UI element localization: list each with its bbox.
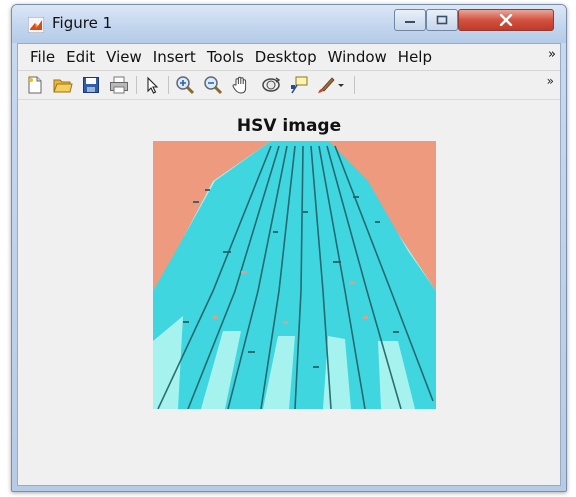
title-bar[interactable]: Figure 1 bbox=[12, 5, 566, 43]
brush-icon[interactable] bbox=[316, 74, 338, 96]
close-icon bbox=[499, 14, 513, 26]
figure-window: Figure 1 File Edit View Insert Tools Des… bbox=[11, 4, 567, 492]
axes-title: HSV image bbox=[236, 116, 342, 136]
hsv-image[interactable] bbox=[153, 141, 436, 409]
print-icon[interactable] bbox=[108, 74, 130, 96]
matlab-logo-icon bbox=[28, 17, 44, 33]
menu-view[interactable]: View bbox=[103, 48, 145, 66]
figure-toolbar: » bbox=[18, 71, 560, 100]
menu-help[interactable]: Help bbox=[395, 48, 435, 66]
menu-bar: File Edit View Insert Tools Desktop Wind… bbox=[18, 44, 560, 71]
menu-tools[interactable]: Tools bbox=[204, 48, 247, 66]
minimize-button[interactable] bbox=[394, 9, 426, 31]
new-figure-icon[interactable] bbox=[24, 74, 46, 96]
toolbar-separator bbox=[168, 76, 169, 94]
open-file-icon[interactable] bbox=[52, 74, 74, 96]
pointer-icon[interactable] bbox=[141, 74, 163, 96]
menu-overflow-icon[interactable]: » bbox=[548, 47, 556, 62]
minimize-icon bbox=[405, 21, 415, 23]
menu-file[interactable]: File bbox=[27, 48, 58, 66]
save-icon[interactable] bbox=[80, 74, 102, 96]
toolbar-overflow-icon[interactable]: » bbox=[547, 74, 554, 88]
pan-hand-icon[interactable] bbox=[230, 74, 252, 96]
figure-client-area: File Edit View Insert Tools Desktop Wind… bbox=[17, 43, 561, 486]
data-cursor-icon[interactable] bbox=[288, 74, 310, 96]
menu-window[interactable]: Window bbox=[325, 48, 390, 66]
close-button[interactable] bbox=[458, 9, 554, 31]
rotate-3d-icon[interactable] bbox=[260, 74, 282, 96]
maximize-button[interactable] bbox=[426, 9, 458, 31]
menu-desktop[interactable]: Desktop bbox=[252, 48, 320, 66]
zoom-in-icon[interactable] bbox=[174, 74, 196, 96]
brush-dropdown-icon[interactable] bbox=[336, 74, 346, 96]
menu-insert[interactable]: Insert bbox=[150, 48, 199, 66]
zoom-out-icon[interactable] bbox=[202, 74, 224, 96]
window-title: Figure 1 bbox=[52, 14, 113, 32]
toolbar-separator bbox=[354, 76, 355, 94]
toolbar-separator bbox=[136, 76, 137, 94]
maximize-icon bbox=[436, 15, 448, 25]
menu-edit[interactable]: Edit bbox=[63, 48, 98, 66]
